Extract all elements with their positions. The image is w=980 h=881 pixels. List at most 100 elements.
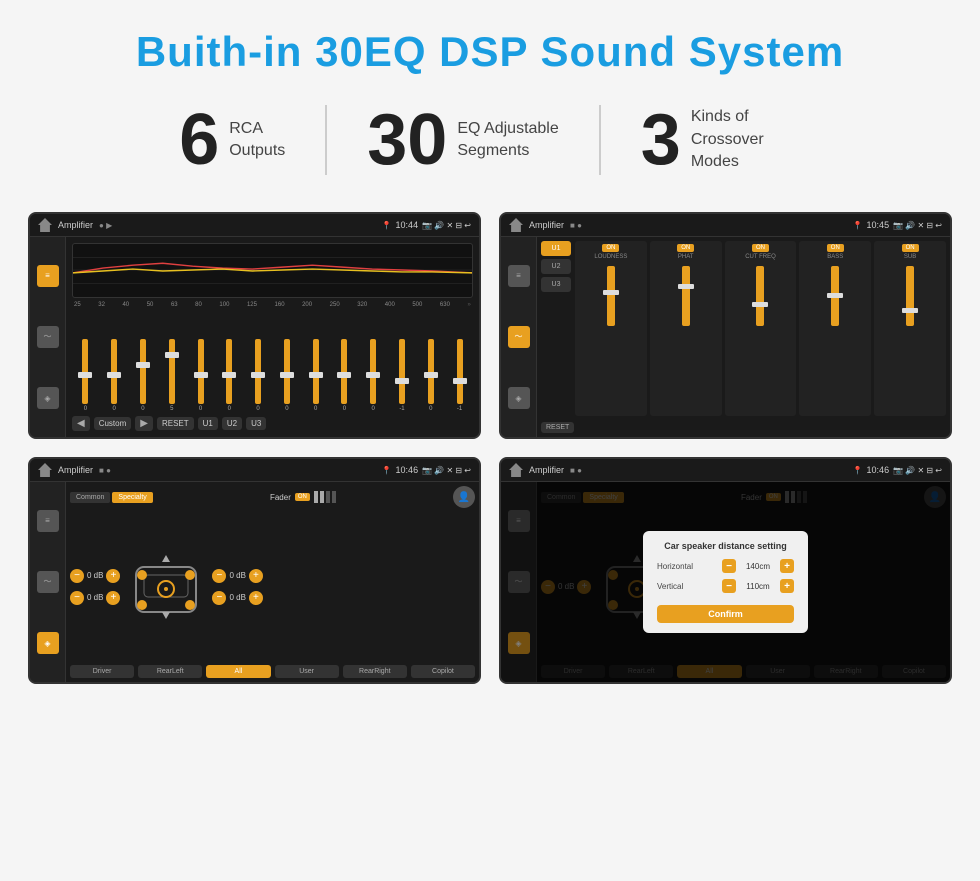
stat-eq-label: EQ AdjustableSegments bbox=[457, 118, 558, 163]
bass-on[interactable]: ON bbox=[827, 244, 844, 252]
loudness-on[interactable]: ON bbox=[602, 244, 619, 252]
custom-btn[interactable]: Custom bbox=[94, 417, 132, 430]
dialog-overlay: Car speaker distance setting Horizontal … bbox=[501, 482, 950, 682]
right-front-minus[interactable]: − bbox=[212, 569, 226, 583]
left-controls: − 0 dB + − 0 dB + bbox=[70, 569, 120, 605]
u3-btn-1[interactable]: U3 bbox=[246, 417, 266, 430]
sub-on[interactable]: ON bbox=[902, 244, 919, 252]
channel-bass: ON BASS bbox=[799, 241, 871, 416]
bass-name: BASS bbox=[827, 254, 843, 260]
slider-11: 0 bbox=[360, 339, 387, 412]
fader-bars bbox=[314, 491, 336, 503]
horizontal-value: 140cm bbox=[740, 562, 776, 571]
left-front-minus[interactable]: − bbox=[70, 569, 84, 583]
left-rear-plus[interactable]: + bbox=[106, 591, 120, 605]
driver-btn[interactable]: Driver bbox=[70, 665, 134, 678]
loudness-name: LOUDNESS bbox=[594, 254, 627, 260]
u1-btn-1[interactable]: U1 bbox=[198, 417, 218, 430]
stat-crossover-number: 3 bbox=[641, 104, 681, 176]
tab-common[interactable]: Common bbox=[70, 492, 110, 503]
cutfreq-on[interactable]: ON bbox=[752, 244, 769, 252]
amplifier-label-4: Amplifier bbox=[529, 465, 564, 475]
left-front-plus[interactable]: + bbox=[106, 569, 120, 583]
status-icons-2: 📷 🔊 ✕ ⊟ ↩ bbox=[893, 221, 942, 230]
horizontal-row: Horizontal − 140cm + bbox=[657, 559, 794, 573]
vertical-minus[interactable]: − bbox=[722, 579, 736, 593]
channel-phat: ON PHAT bbox=[650, 241, 722, 416]
amplifier-label-2: Amplifier bbox=[529, 220, 564, 230]
slider-5: 0 bbox=[187, 339, 214, 412]
u2-btn-1[interactable]: U2 bbox=[222, 417, 242, 430]
sidebar-crossover: ≡ 〜 ◈ bbox=[501, 237, 537, 437]
all-btn[interactable]: All bbox=[206, 665, 270, 678]
dot-icons-3: ■ ● bbox=[99, 466, 111, 475]
home-icon-3 bbox=[38, 463, 52, 477]
eq-icon-3[interactable]: ≡ bbox=[37, 510, 59, 532]
eq-main: 2532405063 80100125160200 25032040050063… bbox=[66, 237, 479, 437]
dialog-screen: Amplifier ■ ● 📍 10:46 📷 🔊 ✕ ⊟ ↩ ≡ 〜 ◈ Co… bbox=[499, 457, 952, 684]
screenshots-grid: Amplifier ● ▶ 📍 10:44 📷 🔊 ✕ ⊟ ↩ ≡ 〜 ◈ bbox=[0, 204, 980, 712]
car-diagram bbox=[126, 547, 206, 627]
speaker-icon-3[interactable]: ◈ bbox=[37, 632, 59, 654]
reset-btn-1[interactable]: RESET bbox=[157, 417, 194, 430]
u1-preset[interactable]: U1 bbox=[541, 241, 571, 256]
phat-on[interactable]: ON bbox=[677, 244, 694, 252]
vertical-plus[interactable]: + bbox=[780, 579, 794, 593]
right-front-plus[interactable]: + bbox=[249, 569, 263, 583]
copilot-btn[interactable]: Copilot bbox=[411, 665, 475, 678]
fader-main: Common Specialty Fader ON bbox=[66, 482, 479, 682]
fader-on-badge[interactable]: ON bbox=[295, 493, 310, 501]
dot-icons-4: ■ ● bbox=[570, 466, 582, 475]
stats-row: 6 RCAOutputs 30 EQ AdjustableSegments 3 … bbox=[0, 94, 980, 204]
right-rear-plus[interactable]: + bbox=[249, 591, 263, 605]
right-rear-control: − 0 dB + bbox=[212, 591, 262, 605]
time-1: 10:44 bbox=[396, 220, 419, 230]
crossover-main: U1 U2 U3 ON LOUDNESS ON PHAT bbox=[537, 237, 950, 437]
slider-9: 0 bbox=[302, 339, 329, 412]
speaker-icon[interactable]: ◈ bbox=[37, 387, 59, 409]
eq-icon-2[interactable]: ≡ bbox=[508, 265, 530, 287]
status-bar-dialog: Amplifier ■ ● 📍 10:46 📷 🔊 ✕ ⊟ ↩ bbox=[501, 459, 950, 482]
vertical-control: − 110cm + bbox=[722, 579, 794, 593]
crossover-screen: Amplifier ■ ● 📍 10:45 📷 🔊 ✕ ⊟ ↩ ≡ 〜 ◈ U1… bbox=[499, 212, 952, 439]
fader-text: Fader bbox=[270, 493, 291, 502]
prev-btn[interactable]: ◀ bbox=[72, 416, 90, 431]
wave-icon-3[interactable]: 〜 bbox=[37, 571, 59, 593]
profile-icon[interactable]: 👤 bbox=[453, 486, 475, 508]
right-controls: − 0 dB + − 0 dB + bbox=[212, 569, 262, 605]
wave-icon-2[interactable]: 〜 bbox=[508, 326, 530, 348]
fader-screen: Amplifier ■ ● 📍 10:46 📷 🔊 ✕ ⊟ ↩ ≡ 〜 ◈ Co… bbox=[28, 457, 481, 684]
home-icon bbox=[38, 218, 52, 232]
phat-name: PHAT bbox=[678, 254, 694, 260]
right-rear-val: 0 dB bbox=[229, 593, 245, 602]
horizontal-minus[interactable]: − bbox=[722, 559, 736, 573]
eq-screen: Amplifier ● ▶ 📍 10:44 📷 🔊 ✕ ⊟ ↩ ≡ 〜 ◈ bbox=[28, 212, 481, 439]
slider-2: 0 bbox=[101, 339, 128, 412]
u3-preset[interactable]: U3 bbox=[541, 277, 571, 292]
status-bar-crossover: Amplifier ■ ● 📍 10:45 📷 🔊 ✕ ⊟ ↩ bbox=[501, 214, 950, 237]
reset-btn-crossover[interactable]: RESET bbox=[541, 422, 574, 433]
next-btn[interactable]: ▶ bbox=[135, 416, 153, 431]
wave-icon[interactable]: 〜 bbox=[37, 326, 59, 348]
eq-labels: 2532405063 80100125160200 25032040050063… bbox=[72, 302, 473, 308]
u2-preset[interactable]: U2 bbox=[541, 259, 571, 274]
channel-loudness: ON LOUDNESS bbox=[575, 241, 647, 416]
left-front-control: − 0 dB + bbox=[70, 569, 120, 583]
location-icon-4: 📍 bbox=[853, 466, 863, 475]
tab-specialty[interactable]: Specialty bbox=[112, 492, 152, 503]
stat-crossover: 3 Kinds ofCrossover Modes bbox=[601, 104, 841, 176]
time-2: 10:45 bbox=[867, 220, 890, 230]
eq-icon[interactable]: ≡ bbox=[37, 265, 59, 287]
left-rear-minus[interactable]: − bbox=[70, 591, 84, 605]
rear-right-btn[interactable]: RearRight bbox=[343, 665, 407, 678]
confirm-button[interactable]: Confirm bbox=[657, 605, 794, 623]
right-front-val: 0 dB bbox=[229, 571, 245, 580]
fader-bottom: Driver RearLeft All User RearRight Copil… bbox=[70, 665, 475, 678]
rear-left-btn[interactable]: RearLeft bbox=[138, 665, 202, 678]
slider-4: 5 bbox=[158, 339, 185, 412]
right-rear-minus[interactable]: − bbox=[212, 591, 226, 605]
horizontal-plus[interactable]: + bbox=[780, 559, 794, 573]
speaker-icon-2[interactable]: ◈ bbox=[508, 387, 530, 409]
stat-rca-number: 6 bbox=[179, 104, 219, 176]
user-btn[interactable]: User bbox=[275, 665, 339, 678]
